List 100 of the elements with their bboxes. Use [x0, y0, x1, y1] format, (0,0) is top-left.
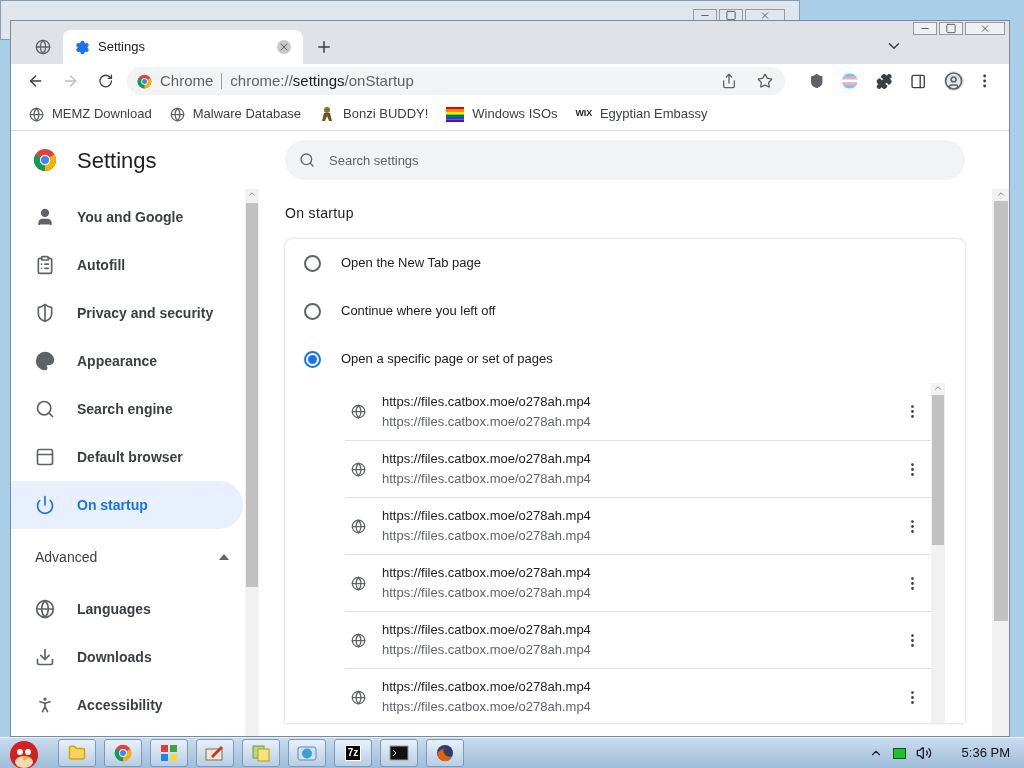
bookmark[interactable]: WIX Egyptian Embassy: [567, 101, 716, 127]
palette-icon: [35, 351, 55, 371]
close-icon[interactable]: [277, 40, 291, 54]
bookmark-star-icon[interactable]: [757, 73, 774, 89]
globe-icon: [35, 39, 51, 55]
startup-page-row[interactable]: https://files.catbox.moe/o278ah.mp4 https://files.catbox.moe/o278ah.mp4: [345, 440, 931, 497]
sidebar-item[interactable]: Downloads: [11, 633, 243, 681]
section-heading: On startup: [285, 204, 355, 223]
globe-icon: [351, 575, 366, 591]
bookmark[interactable]: Bonzi BUDDY!: [311, 101, 437, 127]
startup-page-row[interactable]: https://files.catbox.moe/o278ah.mp4 https://files.catbox.moe/o278ah.mp4: [345, 668, 931, 725]
network-icon[interactable]: [892, 747, 906, 759]
documents-icon: [251, 744, 271, 762]
page-url: https://files.catbox.moe/o278ah.mp4: [382, 641, 592, 659]
page-url: https://files.catbox.moe/o278ah.mp4: [382, 527, 592, 545]
radio-option[interactable]: Continue where you left off: [285, 287, 965, 335]
grid-app-icon: [160, 744, 178, 762]
taskbar-button[interactable]: [380, 739, 418, 767]
page-title: https://files.catbox.moe/o278ah.mp4: [382, 564, 592, 582]
shield-extension-icon[interactable]: [809, 73, 825, 89]
radio-option[interactable]: Open the New Tab page: [285, 239, 965, 287]
globe-icon: [351, 461, 366, 477]
sidebar-item[interactable]: Privacy and security: [11, 289, 243, 337]
scrollbar[interactable]: [931, 383, 945, 723]
sidebar-item[interactable]: Autofill: [11, 241, 243, 289]
new-tab-icon[interactable]: [315, 38, 333, 56]
sidebar-item[interactable]: You and Google: [11, 193, 243, 241]
page-title: https://files.catbox.moe/o278ah.mp4: [382, 392, 592, 411]
person-icon: [35, 207, 55, 227]
sidebar-item[interactable]: Search engine: [11, 385, 243, 433]
page-url: https://files.catbox.moe/o278ah.mp4: [382, 470, 592, 488]
console-icon: [389, 745, 409, 761]
settings-icon: [75, 39, 90, 55]
page-title: https://files.catbox.moe/o278ah.mp4: [382, 450, 592, 468]
logo-text: WIX: [575, 107, 592, 121]
maximize-icon[interactable]: [939, 22, 963, 35]
share-icon[interactable]: [721, 73, 738, 89]
browser-window-icon: [35, 447, 55, 467]
bookmark[interactable]: Malware Database: [161, 101, 310, 127]
app-icon-label: 7z: [344, 745, 362, 761]
paint-icon: [205, 744, 225, 762]
sidebar-item[interactable]: Languages: [11, 585, 243, 633]
sidebar-item[interactable]: Appearance: [11, 337, 243, 385]
profile-icon[interactable]: [944, 71, 964, 91]
page-title: https://files.catbox.moe/o278ah.mp4: [382, 678, 592, 696]
startup-page-row[interactable]: https://files.catbox.moe/o278ah.mp4 https://files.catbox.moe/o278ah.mp4: [345, 383, 931, 440]
clock[interactable]: 5:36 PM: [961, 743, 1010, 763]
bookmark[interactable]: Windows ISOs: [438, 101, 566, 127]
download-icon: [35, 647, 55, 667]
globe-icon: [29, 106, 44, 122]
chrome-logo-icon: [33, 148, 57, 172]
startup-page-row[interactable]: https://files.catbox.moe/o278ah.mp4 https://files.catbox.moe/o278ah.mp4: [345, 497, 931, 554]
taskbar-button[interactable]: [426, 739, 464, 767]
search-icon: [299, 152, 315, 168]
page-title: Settings: [77, 146, 157, 175]
sidebar-item[interactable]: Accessibility: [11, 681, 243, 729]
fox-globe-icon: [436, 744, 454, 762]
taskbar-button[interactable]: 7z: [334, 739, 372, 767]
page-title: https://files.catbox.moe/o278ah.mp4: [382, 507, 592, 525]
bookmark[interactable]: MEMZ Download: [21, 101, 160, 127]
extensions-icon[interactable]: [875, 72, 893, 90]
address-bar[interactable]: Chrome chrome://settings/onStartup: [126, 67, 786, 95]
page-url: https://files.catbox.moe/o278ah.mp4: [382, 584, 592, 602]
globe-icon: [169, 106, 185, 122]
power-icon: [35, 495, 55, 515]
globe-icon: [351, 404, 366, 419]
shield-icon: [35, 303, 55, 323]
advanced-toggle[interactable]: Advanced: [11, 529, 243, 585]
page-title: https://files.catbox.moe/o278ah.mp4: [382, 621, 592, 639]
tab-title: Settings: [98, 38, 146, 57]
startup-page-row[interactable]: https://files.catbox.moe/o278ah.mp4 https://files.catbox.moe/o278ah.mp4: [345, 611, 931, 668]
page-url: https://files.catbox.moe/o278ah.mp4: [382, 412, 592, 431]
clipboard-icon: [35, 255, 55, 275]
site-label: Chrome: [159, 70, 214, 91]
search-field[interactable]: Search settings: [285, 140, 965, 180]
globe-icon: [351, 689, 366, 705]
volume-icon[interactable]: [915, 745, 932, 761]
globe-icon: [351, 518, 366, 534]
scrollbar[interactable]: [992, 189, 1009, 736]
startup-page-row[interactable]: https://files.catbox.moe/o278ah.mp4 https://files.catbox.moe/o278ah.mp4: [345, 554, 931, 611]
rainbow-flag-icon: [446, 106, 465, 122]
scrollbar[interactable]: [245, 189, 259, 736]
page-url: https://files.catbox.moe/o278ah.mp4: [382, 698, 592, 716]
network-globe-icon: [297, 744, 317, 762]
reload-icon[interactable]: [97, 73, 113, 89]
folder-icon: [68, 744, 86, 762]
sidebar-item[interactable]: Default browser: [11, 433, 243, 481]
browser-logo-icon: [114, 744, 132, 762]
sidebar-item[interactable]: On startup: [11, 481, 243, 529]
search-icon: [35, 399, 55, 419]
globe-icon: [351, 632, 366, 648]
globe-icon: [35, 599, 55, 619]
url-text: chrome://settings/onStartup: [230, 70, 415, 91]
side-panel-icon[interactable]: [910, 72, 927, 90]
radio-option[interactable]: Open a specific page or set of pages: [285, 335, 965, 383]
radio-button[interactable]: [304, 350, 321, 368]
radio-button[interactable]: [304, 254, 321, 272]
browser-tab[interactable]: Settings: [63, 30, 303, 64]
chrome-logo-icon: [136, 73, 152, 89]
radio-button[interactable]: [304, 302, 321, 320]
